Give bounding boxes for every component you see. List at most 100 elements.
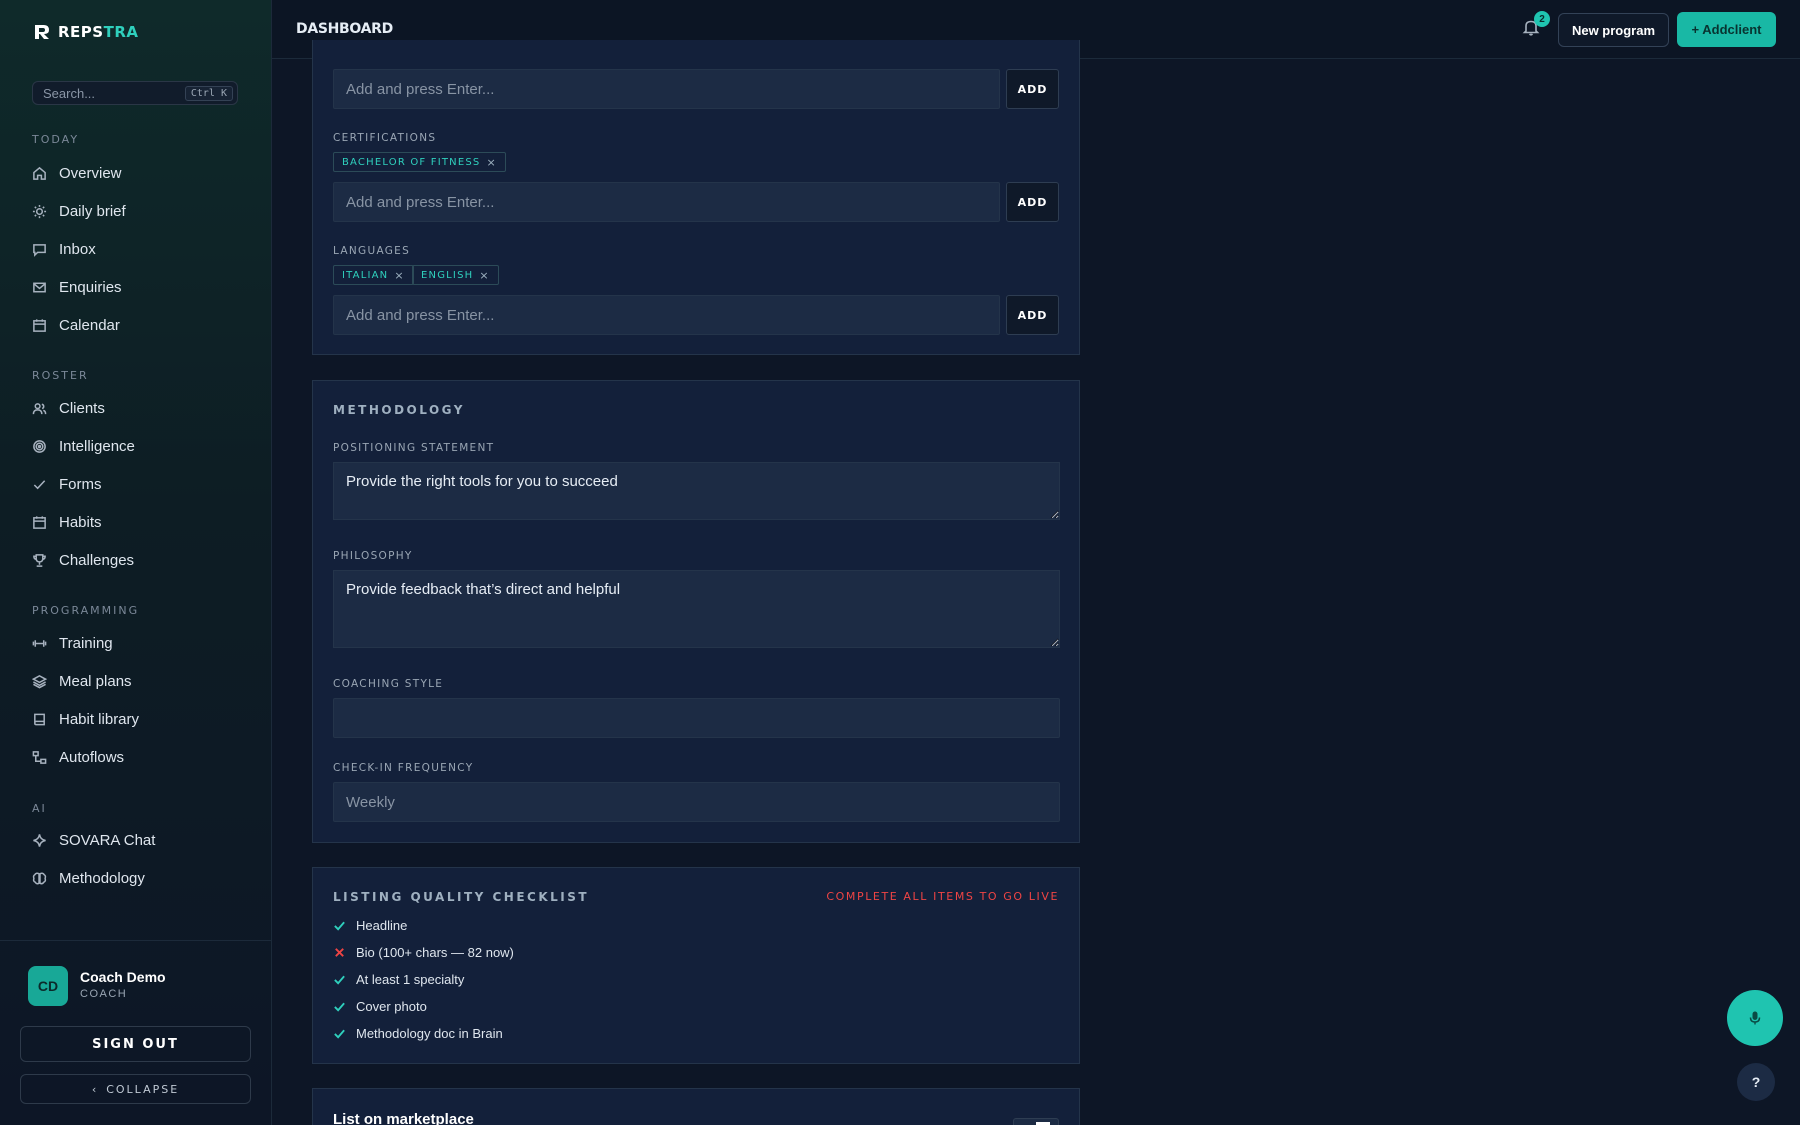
positioning-statement-field[interactable]: Provide the right tools for you to succe… <box>333 462 1060 520</box>
trophy-icon <box>33 553 46 567</box>
languages-label: LANGUAGES <box>333 245 411 257</box>
sidebar-item-label: Meal plans <box>59 672 132 690</box>
certifications-input[interactable] <box>333 182 1000 222</box>
sign-out-label: SIGN OUT <box>92 1036 179 1052</box>
tag-label: ENGLISH <box>421 269 474 281</box>
sidebar-item-label: SOVARA Chat <box>59 831 156 849</box>
sidebar-item-label: Enquiries <box>59 278 122 296</box>
tag-label: BACHELOR OF FITNESS <box>342 156 481 168</box>
logo-icon <box>35 25 49 39</box>
notification-badge: 2 <box>1534 11 1550 27</box>
brand-name-part2: TRA <box>103 23 139 41</box>
add-client-button[interactable]: + Addclient <box>1677 12 1776 47</box>
coaching-style-field[interactable] <box>333 698 1060 738</box>
remove-tag-icon[interactable]: × <box>479 269 489 282</box>
check-icon <box>334 1002 345 1012</box>
sidebar-item-label: Training <box>59 634 113 652</box>
sidebar-item-autoflows[interactable]: Autoflows <box>32 745 124 769</box>
sidebar-item-enquiries[interactable]: Enquiries <box>32 275 122 299</box>
listing-checklist-card: LISTING QUALITY CHECKLIST COMPLETE ALL I… <box>312 867 1080 1064</box>
message-icon <box>33 243 46 257</box>
notifications-button[interactable]: 2 <box>1522 11 1550 40</box>
sidebar-item-calendar[interactable]: Calendar <box>32 313 120 337</box>
sidebar-item-sovara-chat[interactable]: SOVARA Chat <box>32 828 155 852</box>
sidebar-item-habits[interactable]: Habits <box>32 510 102 534</box>
sidebar-item-overview[interactable]: Overview <box>32 161 122 185</box>
checkin-frequency-field[interactable] <box>333 782 1060 822</box>
sidebar: REPSTRA Ctrl K TODAY Overview Daily brie… <box>0 0 272 1125</box>
sidebar-item-label: Methodology <box>59 869 145 887</box>
checklist-item-label: Headline <box>356 918 408 933</box>
avatar[interactable]: CD <box>28 966 68 1006</box>
check-icon <box>334 921 345 931</box>
tag-label: ITALIAN <box>342 269 389 281</box>
user-name: Coach Demo <box>80 969 166 985</box>
sidebar-item-clients[interactable]: Clients <box>32 396 105 420</box>
credentials-card: ADD CERTIFICATIONS BACHELOR OF FITNESS ×… <box>312 40 1080 355</box>
checklist-item-label: Methodology doc in Brain <box>356 1026 503 1041</box>
sidebar-item-training[interactable]: Training <box>32 631 113 655</box>
sidebar-item-forms[interactable]: Forms <box>32 472 102 496</box>
add-specialty-button[interactable]: ADD <box>1006 69 1059 109</box>
mail-icon <box>33 282 46 292</box>
brain-icon <box>32 872 47 884</box>
marketplace-toggle[interactable] <box>1013 1118 1059 1125</box>
sidebar-item-label: Inbox <box>59 240 96 258</box>
user-role: COACH <box>80 988 128 1000</box>
marketplace-card: List on marketplace <box>312 1088 1080 1125</box>
positioning-statement-label: POSITIONING STATEMENT <box>333 442 495 454</box>
add-certification-button[interactable]: ADD <box>1006 182 1059 222</box>
calendar-icon <box>33 318 46 332</box>
remove-tag-icon[interactable]: × <box>394 269 404 282</box>
nav-section-roster: ROSTER <box>32 369 89 382</box>
languages-input[interactable] <box>333 295 1000 335</box>
nav-section-ai: AI <box>32 802 47 815</box>
workflow-icon <box>32 750 47 764</box>
certification-tag: BACHELOR OF FITNESS × <box>333 152 506 172</box>
sidebar-item-methodology[interactable]: Methodology <box>32 866 145 890</box>
checklist-item-label: Bio (100+ chars — 82 now) <box>356 945 514 960</box>
sidebar-item-meal-plans[interactable]: Meal plans <box>32 669 132 693</box>
collapse-sidebar-button[interactable]: ‹ COLLAPSE <box>20 1074 251 1104</box>
check-icon <box>33 479 46 489</box>
new-program-label: New program <box>1571 22 1656 38</box>
sidebar-item-label: Habit library <box>59 710 140 728</box>
dumbbell-icon <box>32 639 47 647</box>
microphone-icon <box>1749 1011 1761 1025</box>
sidebar-item-daily-brief[interactable]: Daily brief <box>32 199 126 223</box>
remove-tag-icon[interactable]: × <box>486 156 496 169</box>
sidebar-item-inbox[interactable]: Inbox <box>32 237 96 261</box>
checklist-item: Cover photo <box>333 999 427 1014</box>
checklist-item: Headline <box>333 918 407 933</box>
specialties-input[interactable] <box>333 69 1000 109</box>
philosophy-label: PHILOSOPHY <box>333 550 413 562</box>
sidebar-item-challenges[interactable]: Challenges <box>32 548 134 572</box>
sidebar-item-habit-library[interactable]: Habit library <box>32 707 139 731</box>
philosophy-field[interactable]: Provide feedback that’s direct and helpf… <box>333 570 1060 648</box>
nav-section-today: TODAY <box>32 133 80 146</box>
sidebar-item-label: Overview <box>59 164 122 182</box>
go-live-warning: COMPLETE ALL ITEMS TO GO LIVE <box>826 890 1059 903</box>
add-client-label: + Addclient <box>1691 22 1762 37</box>
home-icon <box>33 166 46 180</box>
chevron-left-icon: ‹ <box>91 1082 99 1096</box>
users-icon <box>32 402 47 414</box>
sidebar-item-label: Daily brief <box>59 202 126 220</box>
brand-logo[interactable]: REPS TRA <box>32 22 139 42</box>
checklist-heading: LISTING QUALITY CHECKLIST <box>333 890 590 904</box>
sidebar-search[interactable]: Ctrl K <box>32 81 238 105</box>
language-tag: ENGLISH × <box>412 265 499 285</box>
sidebar-item-label: Clients <box>59 399 105 417</box>
help-button[interactable]: ? <box>1737 1063 1775 1101</box>
sign-out-button[interactable]: SIGN OUT <box>20 1026 251 1062</box>
voice-assistant-button[interactable] <box>1727 990 1783 1046</box>
sidebar-item-label: Habits <box>59 513 102 531</box>
coaching-style-label: COACHING STYLE <box>333 678 444 690</box>
search-input[interactable] <box>43 85 185 101</box>
language-tag: ITALIAN × <box>333 265 414 285</box>
checklist-item-label: At least 1 specialty <box>356 972 465 987</box>
add-language-button[interactable]: ADD <box>1006 295 1059 335</box>
x-icon <box>335 948 344 957</box>
sidebar-item-intelligence[interactable]: Intelligence <box>32 434 135 458</box>
new-program-button[interactable]: New program <box>1558 13 1669 47</box>
